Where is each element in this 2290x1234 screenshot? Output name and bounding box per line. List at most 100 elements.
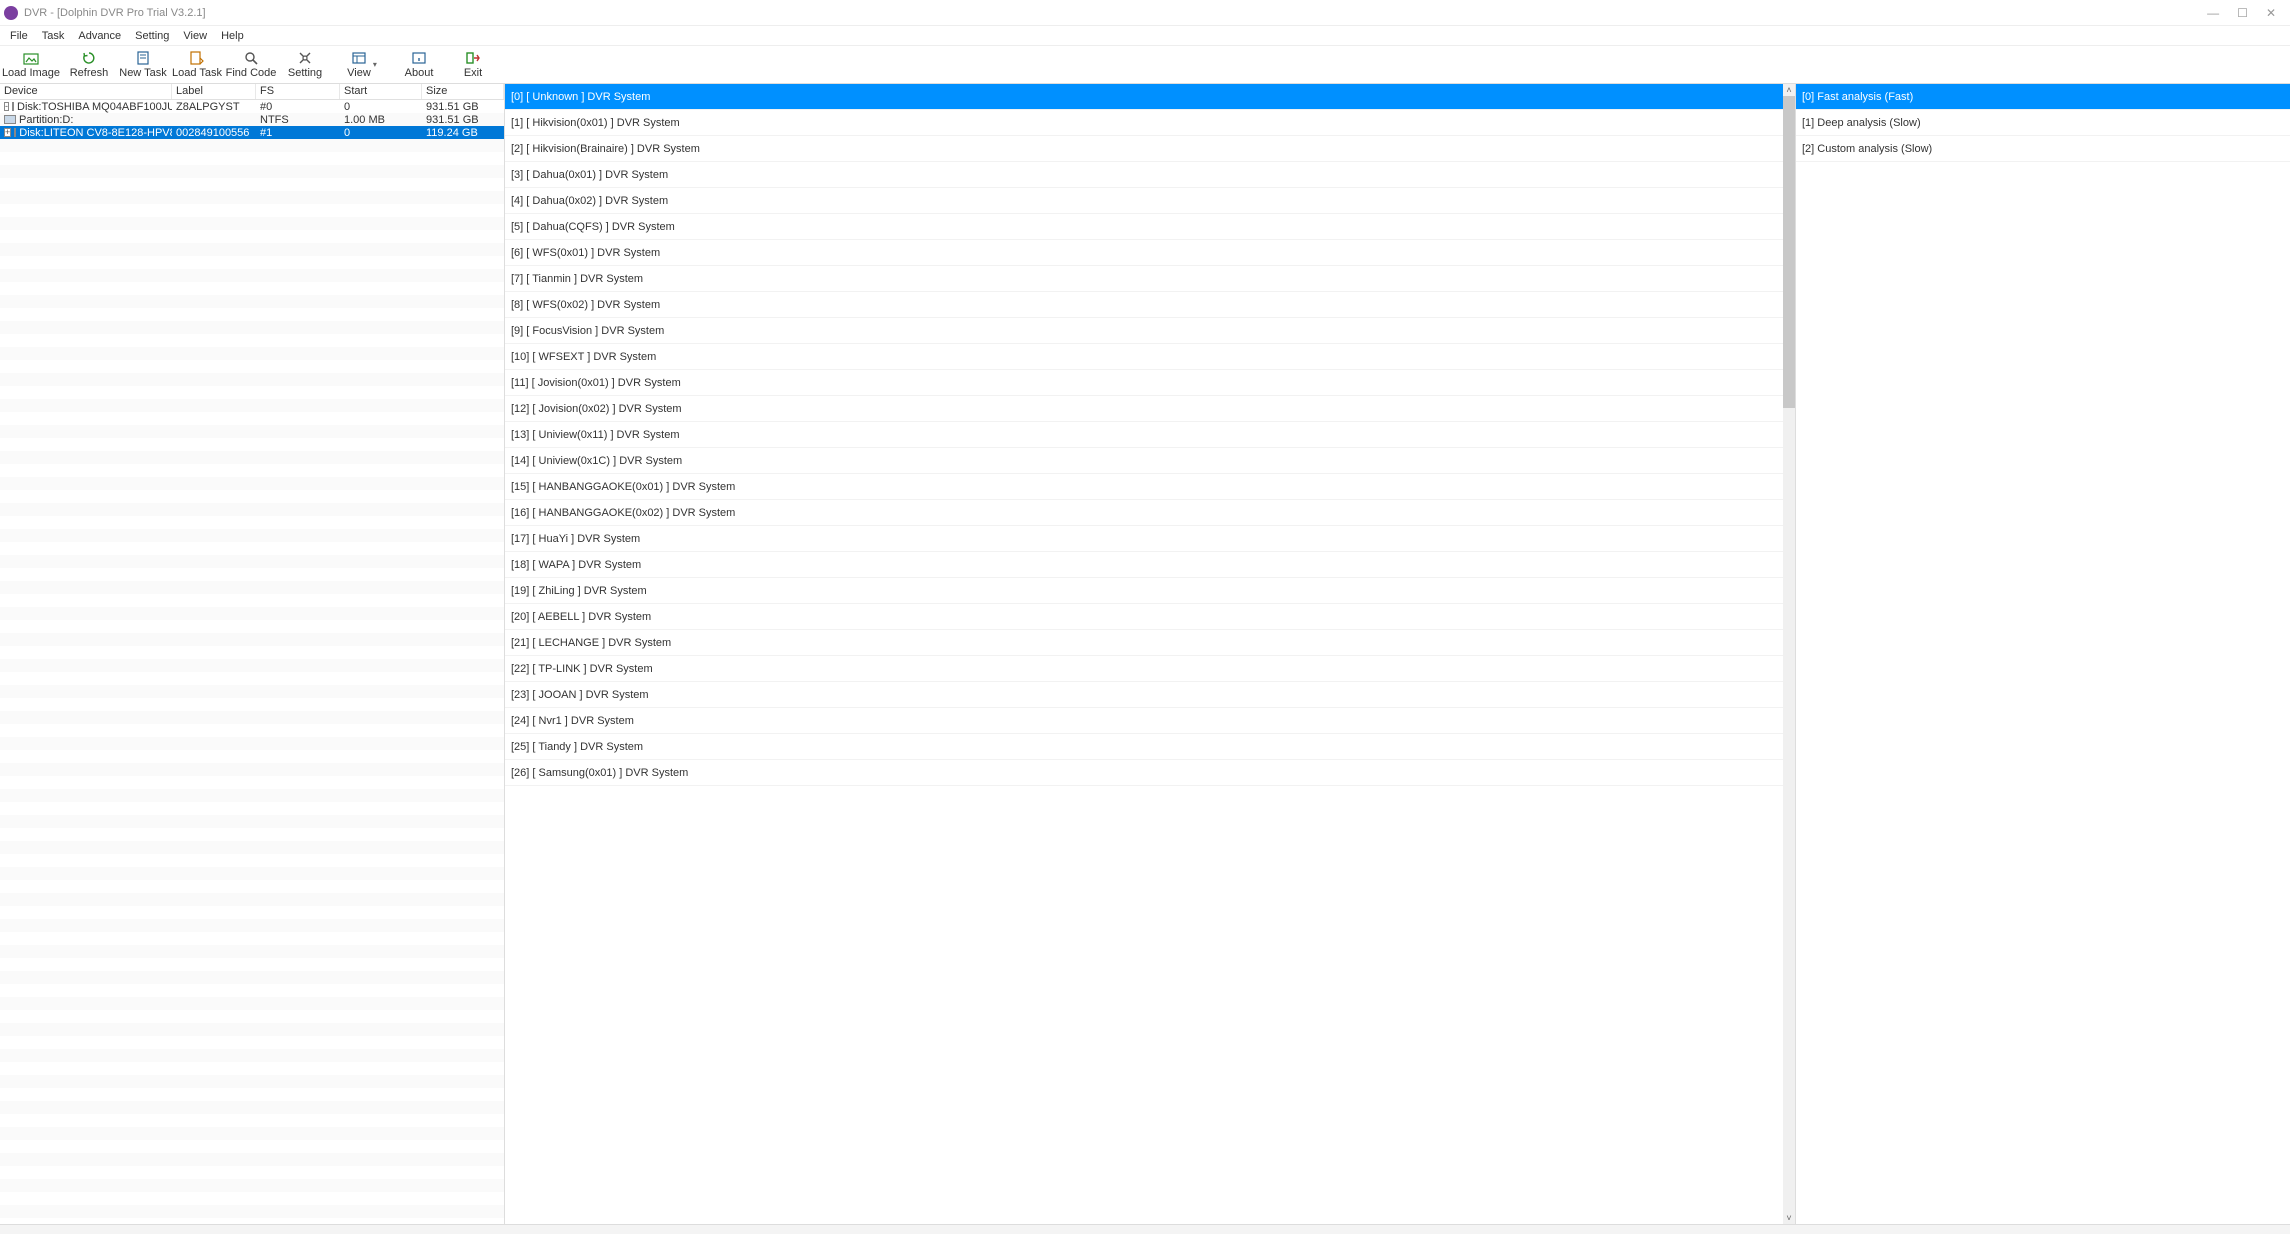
view-dropdown-icon[interactable]: ▾	[373, 60, 377, 69]
analysis-item[interactable]: [2] Custom analysis (Slow)	[1796, 136, 2290, 162]
dvr-system-item[interactable]: [17] [ HuaYi ] DVR System	[505, 526, 1783, 552]
dvr-system-item[interactable]: [25] [ Tiandy ] DVR System	[505, 734, 1783, 760]
statusbar	[0, 1224, 2290, 1234]
dvr-system-item[interactable]: [22] [ TP-LINK ] DVR System	[505, 656, 1783, 682]
fs-cell: #1	[256, 127, 340, 139]
device-cell: -Disk:TOSHIBA MQ04ABF100JU004C	[0, 101, 172, 113]
disk-icon	[14, 128, 16, 137]
size-cell: 119.24 GB	[422, 127, 504, 139]
dvr-system-item[interactable]: [9] [ FocusVision ] DVR System	[505, 318, 1783, 344]
window-title: DVR - [Dolphin DVR Pro Trial V3.2.1]	[24, 7, 206, 19]
dvr-system-list: [0] [ Unknown ] DVR System[1] [ Hikvisio…	[505, 84, 1783, 1224]
titlebar: DVR - [Dolphin DVR Pro Trial V3.2.1] — ☐…	[0, 0, 2290, 26]
device-name: Disk:TOSHIBA MQ04ABF100JU004C	[17, 101, 172, 113]
dvr-system-item[interactable]: [20] [ AEBELL ] DVR System	[505, 604, 1783, 630]
dvr-system-item[interactable]: [8] [ WFS(0x02) ] DVR System	[505, 292, 1783, 318]
tree-toggle-icon[interactable]: -	[4, 102, 9, 111]
start-cell: 1.00 MB	[340, 114, 422, 126]
dvr-system-item[interactable]: [13] [ Uniview(0x11) ] DVR System	[505, 422, 1783, 448]
dvr-system-item[interactable]: [7] [ Tianmin ] DVR System	[505, 266, 1783, 292]
col-start[interactable]: Start	[340, 84, 422, 99]
tree-toggle-icon[interactable]: +	[4, 128, 11, 137]
load-task-button[interactable]: Load Task	[170, 46, 224, 84]
menubar: File Task Advance Setting View Help	[0, 26, 2290, 46]
device-cell: Partition:D:	[0, 114, 172, 126]
start-cell: 0	[340, 101, 422, 113]
col-size[interactable]: Size	[422, 84, 504, 99]
dvr-system-item[interactable]: [10] [ WFSEXT ] DVR System	[505, 344, 1783, 370]
start-cell: 0	[340, 127, 422, 139]
fs-cell: #0	[256, 101, 340, 113]
dvr-system-item[interactable]: [14] [ Uniview(0x1C) ] DVR System	[505, 448, 1783, 474]
about-icon	[411, 50, 427, 66]
dvr-system-item[interactable]: [26] [ Samsung(0x01) ] DVR System	[505, 760, 1783, 786]
dvr-system-item[interactable]: [3] [ Dahua(0x01) ] DVR System	[505, 162, 1783, 188]
dvr-system-item[interactable]: [11] [ Jovision(0x01) ] DVR System	[505, 370, 1783, 396]
fs-cell: NTFS	[256, 114, 340, 126]
analysis-item[interactable]: [1] Deep analysis (Slow)	[1796, 110, 2290, 136]
app-icon	[4, 6, 18, 20]
new-task-icon	[135, 50, 151, 66]
dvr-system-item[interactable]: [5] [ Dahua(CQFS) ] DVR System	[505, 214, 1783, 240]
view-button[interactable]: View ▾	[332, 46, 392, 84]
dvr-system-item[interactable]: [18] [ WAPA ] DVR System	[505, 552, 1783, 578]
exit-icon	[465, 50, 481, 66]
device-row[interactable]: +Disk:LITEON CV8-8E128-HPV88100284910055…	[0, 126, 504, 139]
setting-icon	[297, 50, 313, 66]
dvr-system-item[interactable]: [0] [ Unknown ] DVR System	[505, 84, 1783, 110]
dvr-system-item[interactable]: [4] [ Dahua(0x02) ] DVR System	[505, 188, 1783, 214]
dvr-system-item[interactable]: [24] [ Nvr1 ] DVR System	[505, 708, 1783, 734]
menu-setting[interactable]: Setting	[129, 28, 175, 44]
dvr-system-item[interactable]: [15] [ HANBANGGAOKE(0x01) ] DVR System	[505, 474, 1783, 500]
dvr-system-item[interactable]: [16] [ HANBANGGAOKE(0x02) ] DVR System	[505, 500, 1783, 526]
setting-button[interactable]: Setting	[278, 46, 332, 84]
dvr-system-item[interactable]: [6] [ WFS(0x01) ] DVR System	[505, 240, 1783, 266]
dvr-system-item[interactable]: [23] [ JOOAN ] DVR System	[505, 682, 1783, 708]
scroll-track[interactable]	[1783, 96, 1795, 1212]
menu-view[interactable]: View	[177, 28, 213, 44]
dvr-system-item[interactable]: [21] [ LECHANGE ] DVR System	[505, 630, 1783, 656]
analysis-item[interactable]: [0] Fast analysis (Fast)	[1796, 84, 2290, 110]
refresh-icon	[81, 50, 97, 66]
col-label[interactable]: Label	[172, 84, 256, 99]
dvr-system-item[interactable]: [1] [ Hikvision(0x01) ] DVR System	[505, 110, 1783, 136]
col-device[interactable]: Device	[0, 84, 172, 99]
device-table-header: Device Label FS Start Size	[0, 84, 504, 100]
exit-button[interactable]: Exit	[446, 46, 500, 84]
device-cell: + Disk:LITEON CV8-8E128-HPV881	[0, 127, 172, 139]
menu-advance[interactable]: Advance	[72, 28, 127, 44]
dvr-system-item[interactable]: [19] [ ZhiLing ] DVR System	[505, 578, 1783, 604]
app-window: DVR - [Dolphin DVR Pro Trial V3.2.1] — ☐…	[0, 0, 2290, 1234]
new-task-button[interactable]: New Task	[116, 46, 170, 84]
close-button[interactable]: ✕	[2266, 6, 2276, 20]
menu-task[interactable]: Task	[36, 28, 71, 44]
dvr-system-item[interactable]: [2] [ Hikvision(Brainaire) ] DVR System	[505, 136, 1783, 162]
device-row[interactable]: Partition:D:NTFS1.00 MB931.51 GB	[0, 113, 504, 126]
maximize-button[interactable]: ☐	[2237, 6, 2248, 20]
disk-icon	[12, 102, 14, 111]
minimize-button[interactable]: —	[2207, 6, 2219, 20]
dvr-system-panel: [0] [ Unknown ] DVR System[1] [ Hikvisio…	[505, 84, 1796, 1224]
main-area: Device Label FS Start Size -Disk:TOSHIBA…	[0, 84, 2290, 1224]
device-name: Disk:LITEON CV8-8E128-HPV881	[19, 127, 172, 139]
window-controls: — ☐ ✕	[2207, 6, 2286, 20]
find-code-button[interactable]: Find Code	[224, 46, 278, 84]
menu-file[interactable]: File	[4, 28, 34, 44]
about-button[interactable]: About	[392, 46, 446, 84]
toolbar: Load Image Refresh New Task Load Task Fi…	[0, 46, 2290, 84]
disk-icon	[4, 115, 16, 124]
col-fs[interactable]: FS	[256, 84, 340, 99]
dvr-system-item[interactable]: [12] [ Jovision(0x02) ] DVR System	[505, 396, 1783, 422]
device-row[interactable]: -Disk:TOSHIBA MQ04ABF100JU004CZ8ALPGYST#…	[0, 100, 504, 113]
view-icon	[351, 50, 367, 66]
find-code-icon	[243, 50, 259, 66]
load-task-icon	[189, 50, 205, 66]
scroll-thumb[interactable]	[1783, 96, 1795, 408]
scroll-up-icon[interactable]: ˄	[1783, 84, 1795, 96]
refresh-button[interactable]: Refresh	[62, 46, 116, 84]
menu-help[interactable]: Help	[215, 28, 250, 44]
scroll-down-icon[interactable]: ˅	[1783, 1212, 1795, 1224]
size-cell: 931.51 GB	[422, 101, 504, 113]
load-image-button[interactable]: Load Image	[0, 46, 62, 84]
dvr-scrollbar[interactable]: ˄ ˅	[1783, 84, 1795, 1224]
